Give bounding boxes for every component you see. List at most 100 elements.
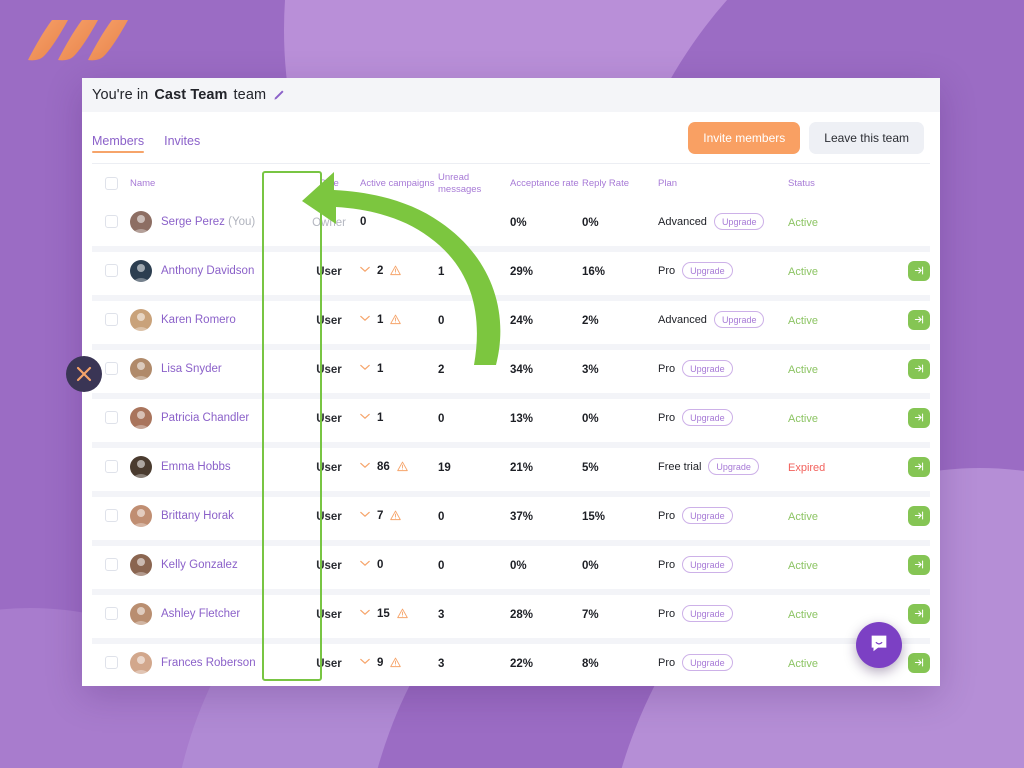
login-as-user-button[interactable] bbox=[908, 408, 930, 428]
warning-icon bbox=[390, 265, 401, 276]
upgrade-button[interactable]: Upgrade bbox=[682, 409, 733, 426]
row-select-cell bbox=[92, 607, 130, 620]
login-as-user-button[interactable] bbox=[908, 310, 930, 330]
chevron-down-icon[interactable] bbox=[360, 266, 370, 276]
leave-team-button[interactable]: Leave this team bbox=[809, 122, 924, 154]
row-checkbox[interactable] bbox=[105, 460, 118, 473]
login-as-user-button[interactable] bbox=[908, 359, 930, 379]
row-menu-button[interactable] bbox=[936, 362, 940, 375]
member-name-link[interactable]: Lisa Snyder bbox=[161, 363, 222, 375]
table-row[interactable]: Emma HobbsUser861921%5%Free trialUpgrade… bbox=[92, 448, 930, 485]
invite-members-button[interactable]: Invite members bbox=[688, 122, 800, 154]
row-menu-button[interactable] bbox=[936, 558, 940, 571]
login-as-user-button[interactable] bbox=[908, 457, 930, 477]
reply-rate-cell: 7% bbox=[582, 605, 658, 623]
row-menu-button[interactable] bbox=[936, 656, 940, 669]
chevron-down-icon[interactable] bbox=[360, 560, 370, 570]
row-checkbox[interactable] bbox=[105, 607, 118, 620]
column-header-acceptance-rate[interactable]: Acceptance rate bbox=[510, 178, 582, 190]
select-all-checkbox[interactable] bbox=[105, 177, 118, 190]
member-name-link[interactable]: Anthony Davidson bbox=[161, 265, 254, 277]
chevron-down-icon[interactable] bbox=[360, 609, 370, 619]
member-name-cell: Kelly Gonzalez bbox=[130, 554, 298, 576]
row-checkbox[interactable] bbox=[105, 411, 118, 424]
pencil-icon[interactable] bbox=[272, 89, 285, 102]
row-checkbox[interactable] bbox=[105, 362, 118, 375]
row-menu-button[interactable] bbox=[936, 460, 940, 473]
member-name-cell: Serge Perez (You) bbox=[130, 211, 298, 233]
table-row[interactable]: Serge Perez (You)Owner00%0%AdvancedUpgra… bbox=[92, 203, 930, 240]
login-as-user-button[interactable] bbox=[908, 261, 930, 281]
table-row[interactable]: Lisa SnyderUser1234%3%ProUpgradeActive bbox=[92, 350, 930, 387]
status-cell: Active bbox=[788, 556, 908, 574]
chevron-down-icon[interactable] bbox=[360, 364, 370, 374]
row-menu-button[interactable] bbox=[936, 509, 940, 522]
member-name-link[interactable]: Ashley Fletcher bbox=[161, 608, 240, 620]
member-name-cell: Emma Hobbs bbox=[130, 456, 298, 478]
row-checkbox[interactable] bbox=[105, 215, 118, 228]
table-row[interactable]: Patricia ChandlerUser1013%0%ProUpgradeAc… bbox=[92, 399, 930, 436]
tab-members[interactable]: Members bbox=[92, 134, 144, 153]
chevron-down-icon[interactable] bbox=[360, 315, 370, 325]
avatar bbox=[130, 652, 152, 674]
column-header-plan[interactable]: Plan bbox=[658, 178, 788, 190]
column-header-role[interactable]: Role bbox=[298, 178, 360, 190]
chevron-down-icon[interactable] bbox=[360, 511, 370, 521]
row-checkbox[interactable] bbox=[105, 558, 118, 571]
table-row[interactable]: Anthony DavidsonUser2129%16%ProUpgradeAc… bbox=[92, 252, 930, 289]
row-menu-button[interactable] bbox=[936, 215, 940, 228]
chevron-down-icon[interactable] bbox=[360, 413, 370, 423]
chat-widget-button[interactable] bbox=[856, 622, 902, 668]
member-name-link[interactable]: Emma Hobbs bbox=[161, 461, 231, 473]
reply-rate-value: 0% bbox=[582, 560, 599, 572]
chevron-down-icon[interactable] bbox=[360, 462, 370, 472]
row-checkbox[interactable] bbox=[105, 656, 118, 669]
member-name-link[interactable]: Brittany Horak bbox=[161, 510, 234, 522]
table-row[interactable]: Ashley FletcherUser15328%7%ProUpgradeAct… bbox=[92, 595, 930, 632]
plan-value: Pro bbox=[658, 412, 675, 424]
row-menu-button[interactable] bbox=[936, 264, 940, 277]
upgrade-button[interactable]: Upgrade bbox=[682, 507, 733, 524]
member-name-link[interactable]: Karen Romero bbox=[161, 314, 236, 326]
member-name-link[interactable]: Frances Roberson bbox=[161, 657, 256, 669]
acceptance-rate-cell: 22% bbox=[510, 654, 582, 672]
role-value: User bbox=[316, 609, 342, 621]
member-role-cell: User bbox=[298, 507, 360, 525]
table-row[interactable]: Frances RobersonUser9322%8%ProUpgradeAct… bbox=[92, 644, 930, 681]
upgrade-button[interactable]: Upgrade bbox=[682, 360, 733, 377]
column-header-unread-messages[interactable]: Unread messages bbox=[438, 172, 510, 196]
member-name-link[interactable]: Patricia Chandler bbox=[161, 412, 249, 424]
upgrade-button[interactable]: Upgrade bbox=[714, 311, 765, 328]
column-header-name[interactable]: Name bbox=[130, 178, 298, 190]
row-actions-cell bbox=[908, 359, 940, 379]
row-menu-button[interactable] bbox=[936, 313, 940, 326]
table-row[interactable]: Brittany HorakUser7037%15%ProUpgradeActi… bbox=[92, 497, 930, 534]
upgrade-button[interactable]: Upgrade bbox=[714, 213, 765, 230]
upgrade-button[interactable]: Upgrade bbox=[708, 458, 759, 475]
row-checkbox[interactable] bbox=[105, 264, 118, 277]
reply-rate-cell: 2% bbox=[582, 311, 658, 329]
upgrade-button[interactable]: Upgrade bbox=[682, 654, 733, 671]
member-name-link[interactable]: Kelly Gonzalez bbox=[161, 559, 238, 571]
column-header-reply-rate[interactable]: Reply Rate bbox=[582, 178, 658, 190]
table-row[interactable]: Kelly GonzalezUser000%0%ProUpgradeActive bbox=[92, 546, 930, 583]
login-as-user-button[interactable] bbox=[908, 653, 930, 673]
acceptance-rate-value: 0% bbox=[510, 560, 527, 572]
column-header-status[interactable]: Status bbox=[788, 178, 908, 190]
row-checkbox[interactable] bbox=[105, 313, 118, 326]
row-menu-button[interactable] bbox=[936, 607, 940, 620]
column-header-active-campaigns[interactable]: Active campaigns bbox=[360, 178, 438, 190]
upgrade-button[interactable]: Upgrade bbox=[682, 605, 733, 622]
row-checkbox[interactable] bbox=[105, 509, 118, 522]
upgrade-button[interactable]: Upgrade bbox=[682, 556, 733, 573]
login-as-user-button[interactable] bbox=[908, 555, 930, 575]
upgrade-button[interactable]: Upgrade bbox=[682, 262, 733, 279]
table-row[interactable]: Karen RomeroUser1024%2%AdvancedUpgradeAc… bbox=[92, 301, 930, 338]
chevron-down-icon[interactable] bbox=[360, 658, 370, 668]
member-name-link[interactable]: Serge Perez (You) bbox=[161, 216, 255, 228]
tab-invites[interactable]: Invites bbox=[164, 134, 200, 153]
warning-icon bbox=[397, 608, 408, 619]
row-menu-button[interactable] bbox=[936, 411, 940, 424]
login-as-user-button[interactable] bbox=[908, 506, 930, 526]
login-as-user-button[interactable] bbox=[908, 604, 930, 624]
